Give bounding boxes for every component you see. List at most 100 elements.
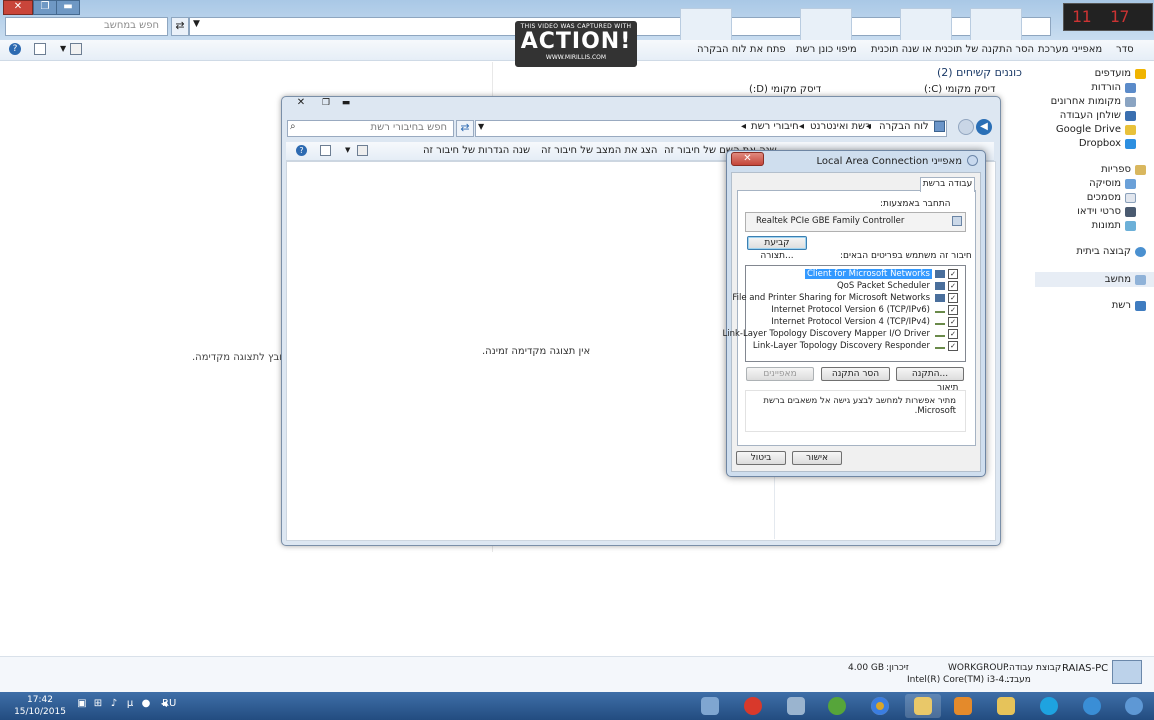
network-search-input[interactable]: ⌕ חפש בחיבורי רשת bbox=[287, 120, 454, 137]
configure-button[interactable]: קביעת תצורה... bbox=[747, 236, 807, 261]
refresh-icon[interactable]: ⇄ bbox=[456, 120, 474, 137]
nav-item-network[interactable]: רשת bbox=[1112, 300, 1146, 311]
forward-button[interactable] bbox=[958, 119, 974, 135]
uninstall-button[interactable]: הסר התקנה bbox=[821, 367, 890, 381]
explorer-restore-button[interactable]: ❐ bbox=[33, 0, 57, 15]
taskbar-app-explorer[interactable] bbox=[905, 694, 941, 718]
checkbox[interactable]: ✓ bbox=[948, 304, 958, 315]
thumbnail bbox=[970, 8, 1022, 42]
volume-icon[interactable]: ♪ bbox=[108, 698, 120, 710]
properties-button[interactable]: מאפיינים bbox=[746, 367, 814, 381]
hard-drives-heading[interactable]: כוננים קשיחים (2) bbox=[937, 66, 1022, 79]
install-button[interactable]: התקנה... bbox=[896, 367, 964, 381]
cancel-button[interactable]: ביטול bbox=[736, 451, 786, 465]
help-icon[interactable]: ? bbox=[9, 43, 21, 55]
network-address-bar[interactable]: ▼ bbox=[475, 120, 947, 137]
nav-item-dropbox[interactable]: Dropbox bbox=[1079, 138, 1136, 149]
nav-item-favorites[interactable]: מועדפים bbox=[1095, 68, 1146, 79]
checkbox[interactable]: ✓ bbox=[948, 280, 958, 291]
utorrent-tray-icon[interactable]: µ bbox=[124, 698, 136, 710]
nav-item-libraries[interactable]: ספריות bbox=[1101, 164, 1146, 175]
taskbar-app-ie[interactable] bbox=[1074, 694, 1110, 718]
downloads-icon bbox=[1125, 82, 1136, 93]
system-properties-button[interactable]: מאפייני מערכת bbox=[1038, 44, 1102, 55]
help-icon[interactable]: ? bbox=[296, 145, 307, 156]
explorer-search-input[interactable]: חפש במחשב bbox=[5, 17, 168, 36]
cpu-meter-gadget: 11 17 bbox=[1063, 3, 1153, 31]
open-control-panel-button[interactable]: פתח את לוח הבקרה bbox=[697, 44, 786, 55]
system-clock[interactable]: 17:42 15/10/2015 bbox=[10, 694, 70, 718]
change-settings-button[interactable]: שנה הגדרות של חיבור זה bbox=[423, 145, 530, 156]
list-item[interactable]: ✓ Client for Microsoft Networks bbox=[804, 268, 958, 279]
view-options-icon[interactable] bbox=[70, 43, 82, 55]
dialog-close-button[interactable]: ✕ bbox=[731, 152, 764, 166]
nav-item-pictures[interactable]: תמונות bbox=[1092, 220, 1136, 231]
map-drive-button[interactable]: מיפוי כונן רשת bbox=[796, 44, 857, 55]
utorrent-icon bbox=[828, 697, 846, 715]
back-button[interactable]: ◀ bbox=[976, 119, 992, 135]
taskbar-app-chrome[interactable] bbox=[862, 694, 898, 718]
view-options-icon[interactable] bbox=[357, 145, 368, 156]
minimize-icon[interactable]: ▬ bbox=[337, 97, 355, 109]
chevron-down-icon[interactable]: ▼ bbox=[345, 146, 350, 154]
list-item[interactable]: ✓ Internet Protocol Version 4 (TCP/IPv4) bbox=[769, 316, 958, 327]
breadcrumb-control-panel[interactable]: לוח הבקרה bbox=[879, 121, 929, 132]
list-item[interactable]: ✓ Internet Protocol Version 6 (TCP/IPv6) bbox=[769, 304, 958, 315]
network-tray-icon[interactable]: ⊞ bbox=[92, 698, 104, 710]
breadcrumb-network-connections[interactable]: חיבורי רשת bbox=[751, 121, 799, 132]
items-list[interactable]: ✓ Client for Microsoft Networks ✓ QoS Pack… bbox=[723, 265, 966, 362]
preview-pane-icon[interactable] bbox=[320, 145, 331, 156]
explorer-close-button[interactable]: ✕ bbox=[3, 0, 33, 15]
action-center-icon[interactable]: ▣ bbox=[76, 698, 88, 710]
taskbar-app-action[interactable] bbox=[735, 694, 771, 718]
organize-menu[interactable]: סדר bbox=[1116, 44, 1134, 55]
nav-item-desktop[interactable]: שולחן העבודה bbox=[1060, 110, 1136, 121]
refresh-icon[interactable]: ⇄ bbox=[171, 17, 189, 36]
list-item[interactable]: ✓ File and Printer Sharing for Microsoft … bbox=[730, 292, 958, 303]
nav-item-homegroup[interactable]: קבוצה ביתית bbox=[1076, 246, 1146, 257]
view-status-button[interactable]: הצג את המצב של חיבור זה bbox=[541, 145, 657, 156]
service-icon bbox=[935, 293, 945, 302]
nav-item-google-drive[interactable]: Google Drive bbox=[1056, 124, 1136, 135]
nav-item-videos[interactable]: סרטי וידאו bbox=[1077, 206, 1136, 217]
taskbar-app-utorrent[interactable] bbox=[819, 694, 855, 718]
language-indicator[interactable]: RU bbox=[162, 698, 176, 710]
taskbar-app-media[interactable] bbox=[945, 694, 981, 718]
taskbar-app-folder[interactable] bbox=[988, 694, 1024, 718]
ok-button[interactable]: אישור bbox=[792, 451, 842, 465]
checkbox[interactable]: ✓ bbox=[948, 316, 958, 327]
checkbox[interactable]: ✓ bbox=[948, 268, 958, 279]
nav-item-computer[interactable]: מחשב bbox=[1105, 274, 1146, 285]
thumbnail bbox=[900, 8, 952, 42]
drive-c[interactable]: דיסק מקומי (C:) bbox=[924, 84, 995, 95]
preview-pane-icon[interactable] bbox=[34, 43, 46, 55]
protocol-icon bbox=[935, 331, 945, 337]
nav-item-music[interactable]: מוסיקה bbox=[1089, 178, 1136, 189]
nav-item-downloads[interactable]: הורדות bbox=[1091, 82, 1136, 93]
taskbar-app-pen[interactable] bbox=[778, 694, 814, 718]
breadcrumb-network-internet[interactable]: רשת ואינטרנט bbox=[810, 121, 871, 132]
documents-icon bbox=[1125, 192, 1136, 203]
tab-networking[interactable]: עבודה ברשת bbox=[920, 177, 975, 192]
nav-item-recent[interactable]: מקומות אחרונים bbox=[1051, 96, 1136, 107]
nav-item-documents[interactable]: מסמכים bbox=[1087, 192, 1136, 203]
chevron-down-icon[interactable]: ▼ bbox=[193, 19, 200, 29]
maximize-icon[interactable]: ❐ bbox=[317, 97, 335, 109]
drive-d[interactable]: דיסק מקומי (D:) bbox=[749, 84, 821, 95]
explorer-minimize-button[interactable]: ▬ bbox=[56, 0, 80, 15]
chevron-down-icon[interactable]: ▼ bbox=[60, 44, 66, 53]
list-item[interactable]: ✓ QoS Packet Scheduler bbox=[835, 280, 958, 291]
uninstall-program-button[interactable]: הסר התקנה של תוכנית או שנה תוכנית bbox=[871, 44, 1034, 55]
dropbox-icon bbox=[1125, 138, 1136, 149]
checkbox[interactable]: ✓ bbox=[948, 328, 958, 339]
taskbar-app-skype[interactable] bbox=[1031, 694, 1067, 718]
chevron-down-icon[interactable]: ▼ bbox=[478, 122, 484, 131]
list-item[interactable]: ✓ Link-Layer Topology Discovery Mapper I/… bbox=[721, 328, 958, 339]
checkbox[interactable]: ✓ bbox=[948, 292, 958, 303]
start-button[interactable] bbox=[1116, 694, 1152, 718]
record-tray-icon[interactable]: ● bbox=[140, 698, 152, 710]
taskbar-app-control-panel[interactable] bbox=[692, 694, 728, 718]
list-item[interactable]: ✓ Link-Layer Topology Discovery Responder bbox=[751, 340, 958, 351]
checkbox[interactable]: ✓ bbox=[948, 340, 958, 351]
close-icon[interactable]: ✕ bbox=[290, 97, 312, 109]
